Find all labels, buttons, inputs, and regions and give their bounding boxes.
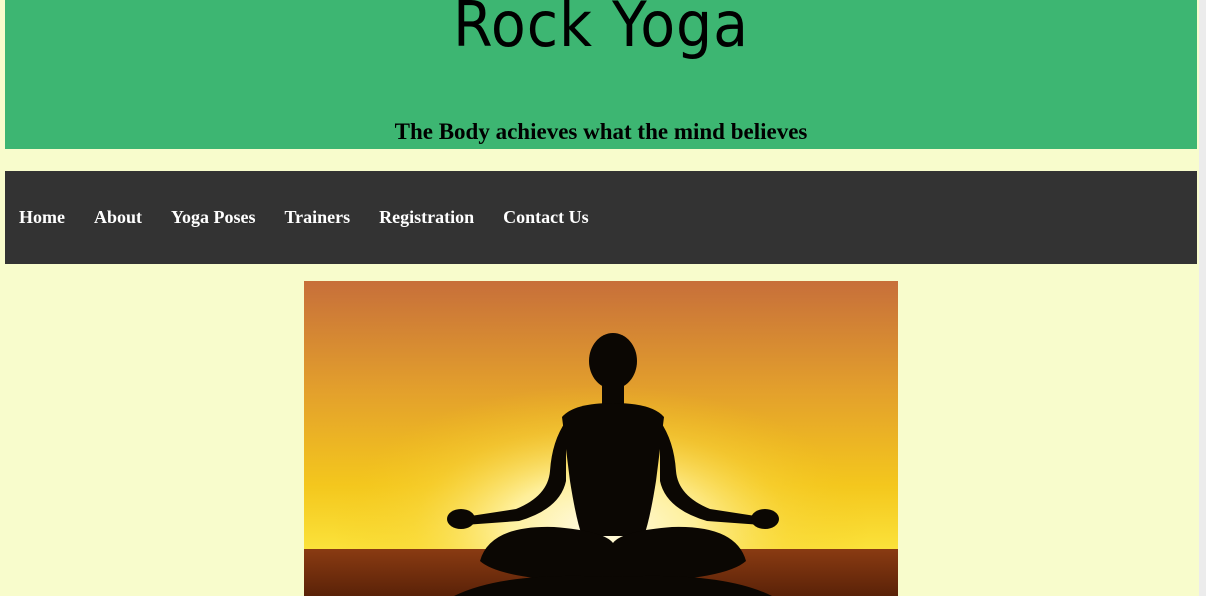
main-nav: Home About Yoga Poses Trainers Registrat… <box>5 171 1197 264</box>
nav-item-registration[interactable]: Registration <box>379 207 474 228</box>
nav-item-about[interactable]: About <box>94 207 142 228</box>
scrollbar-track[interactable] <box>1199 0 1206 596</box>
nav-item-contact-us[interactable]: Contact Us <box>503 207 589 228</box>
hero-image <box>304 281 898 596</box>
nav-item-yoga-poses[interactable]: Yoga Poses <box>171 207 256 228</box>
nav-item-home[interactable]: Home <box>19 207 65 228</box>
site-header: Rock Yoga The Body achieves what the min… <box>5 0 1197 149</box>
meditation-silhouette-image <box>304 281 898 596</box>
nav-item-trainers[interactable]: Trainers <box>285 207 351 228</box>
site-tagline: The Body achieves what the mind believes <box>394 119 808 144</box>
site-title: Rock Yoga <box>452 0 750 61</box>
nav-list: Home About Yoga Poses Trainers Registrat… <box>5 171 1197 264</box>
